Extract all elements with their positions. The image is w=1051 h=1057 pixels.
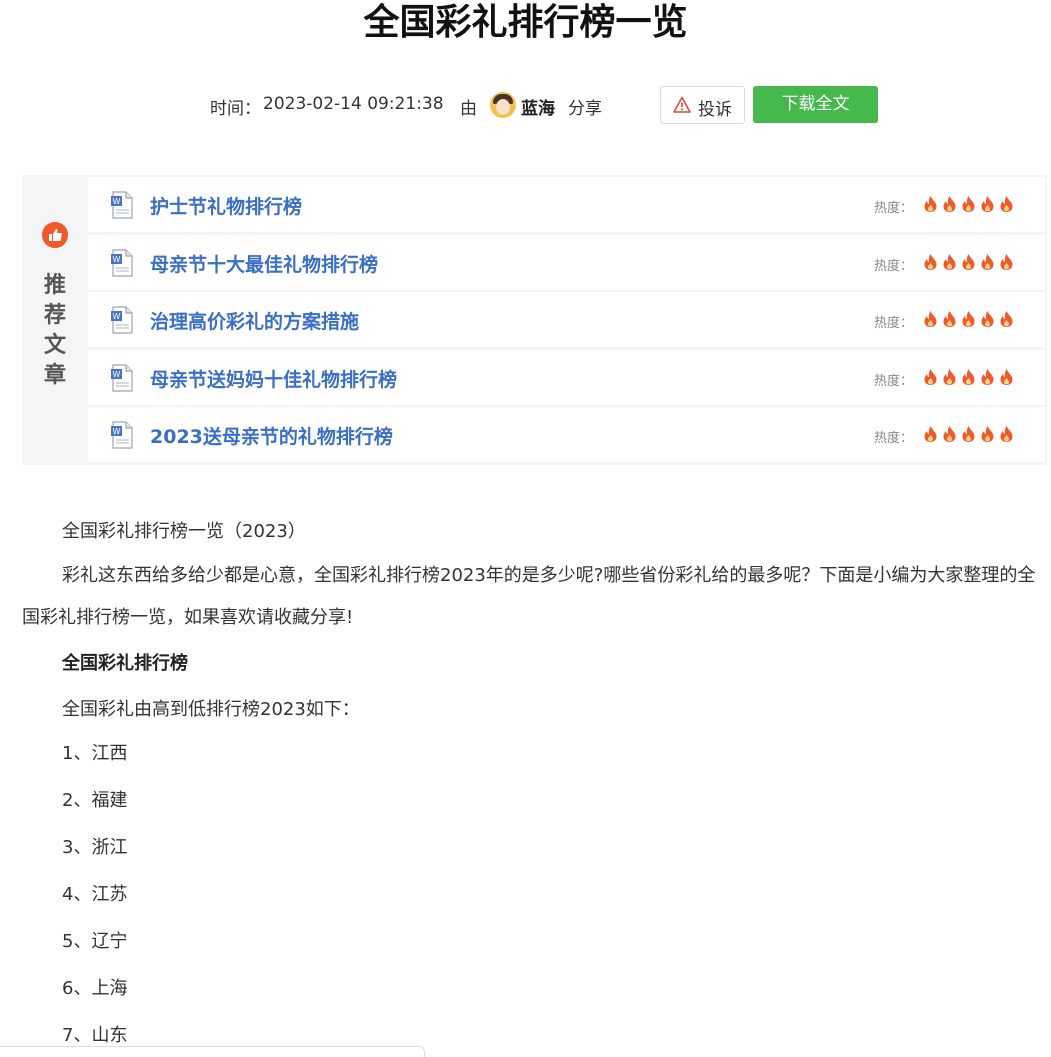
ranking-item: 4、江苏 <box>62 884 128 905</box>
share-label: 分享 <box>568 99 602 119</box>
by-label: 由 <box>460 99 477 119</box>
word-document-icon: W <box>111 191 133 219</box>
heat-label: 热度： <box>874 201 914 216</box>
recommended-articles: 推 荐 文 章 W 护士节礼物排行榜 热度： W 母亲节十大最佳礼物排行榜 热度： W 治理高… <box>22 175 1047 465</box>
recommend-link[interactable]: 母亲节十大最佳礼物排行榜 <box>150 250 378 277</box>
ranking-list: 1、江西 2、福建 3、浙江 4、江苏 5、辽宁 6、上海 7、山东 <box>22 730 1042 1057</box>
heat-label: 热度： <box>874 258 914 274</box>
recommend-list: W 护士节礼物排行榜 热度： W 母亲节十大最佳礼物排行榜 热度： W 治理高价彩礼的方案措施… <box>88 177 1045 465</box>
word-document-icon: W <box>111 421 133 449</box>
download-button[interactable]: 下载全文 <box>753 86 878 123</box>
article-meta: 时间： 2023-02-14 09:21:38 由 蓝海 分享 投诉 下载全文 <box>0 86 1051 124</box>
ranking-item: 6、上海 <box>62 978 128 999</box>
recommend-sidebar: 推 荐 文 章 <box>22 175 88 465</box>
flame-icon <box>981 426 994 442</box>
flame-icon <box>962 196 975 212</box>
recommend-link[interactable]: 护士节礼物排行榜 <box>150 192 302 219</box>
flame-icon <box>943 311 956 327</box>
flame-icon <box>962 426 975 442</box>
flame-icon <box>943 368 956 385</box>
recommend-label: 推 荐 文 章 <box>43 273 66 388</box>
heat-label: 热度： <box>874 316 914 331</box>
article-body: 全国彩礼排行榜一览（2023） 彩礼这东西给多给少都是心意，全国彩礼排行榜202… <box>22 512 1042 1057</box>
word-document-icon: W <box>111 306 133 334</box>
heat-rating <box>922 253 1017 273</box>
report-label: 投诉 <box>698 100 732 120</box>
recommend-item[interactable]: W 母亲节十大最佳礼物排行榜 热度： <box>88 234 1045 290</box>
recommend-item[interactable]: W 护士节礼物排行榜 热度： <box>88 177 1045 232</box>
svg-text:W: W <box>113 312 121 321</box>
flame-icon <box>962 311 975 327</box>
flame-icon <box>924 426 937 442</box>
flame-icon <box>924 196 937 212</box>
article-intro: 彩礼这东西给多给少都是心意，全国彩礼排行榜2023年的是多少呢?哪些省份彩礼给的… <box>22 565 1036 628</box>
recommend-item[interactable]: W 母亲节送妈妈十佳礼物排行榜 热度： <box>88 349 1045 405</box>
recommend-item[interactable]: W 2023送母亲节的礼物排行榜 热度： <box>88 407 1045 462</box>
flame-icon <box>962 368 975 385</box>
bottom-panel-edge <box>0 1046 425 1057</box>
flame-icon <box>924 368 937 385</box>
flame-icon <box>981 196 994 212</box>
heat-label: 热度： <box>874 373 914 389</box>
publish-time: 2023-02-14 09:21:38 <box>263 94 444 114</box>
heat-rating <box>922 310 1017 330</box>
heat-rating <box>922 368 1017 388</box>
recommend-item[interactable]: W 治理高价彩礼的方案措施 热度： <box>88 292 1045 347</box>
flame-icon <box>1000 196 1013 212</box>
report-button[interactable]: 投诉 <box>660 86 745 124</box>
ranking-item: 2、福建 <box>62 790 128 811</box>
time-label: 时间： <box>210 99 261 119</box>
flame-icon <box>943 196 956 212</box>
heat-rating <box>922 195 1017 215</box>
article-subtitle: 全国彩礼排行榜一览（2023） <box>62 521 306 542</box>
ranking-item: 3、浙江 <box>62 837 128 858</box>
article-heading: 全国彩礼排行榜 <box>62 653 188 674</box>
flame-icon <box>981 253 994 270</box>
flame-icon <box>981 368 994 385</box>
article-lead: 全国彩礼由高到低排行榜2023如下： <box>62 699 360 720</box>
thumbs-up-icon <box>42 222 68 248</box>
word-document-icon: W <box>111 248 133 277</box>
heat-rating <box>922 425 1017 445</box>
page-title: 全国彩礼排行榜一览 <box>363 2 688 43</box>
ranking-item: 1、江西 <box>62 743 128 764</box>
flame-icon <box>1000 253 1013 270</box>
flame-icon <box>924 253 937 270</box>
author-name[interactable]: 蓝海 <box>521 94 555 119</box>
svg-text:W: W <box>113 427 121 436</box>
ranking-item: 5、辽宁 <box>62 931 128 952</box>
flame-icon <box>962 253 975 270</box>
flame-icon <box>1000 368 1013 385</box>
svg-text:W: W <box>113 370 121 379</box>
flame-icon <box>981 311 994 327</box>
avatar[interactable] <box>490 92 516 118</box>
flame-icon <box>924 311 937 327</box>
svg-text:W: W <box>113 197 121 206</box>
recommend-link[interactable]: 治理高价彩礼的方案措施 <box>150 307 359 334</box>
flame-icon <box>1000 426 1013 442</box>
flame-icon <box>943 253 956 270</box>
word-document-icon: W <box>111 363 133 392</box>
recommend-link[interactable]: 2023送母亲节的礼物排行榜 <box>150 422 393 449</box>
svg-text:W: W <box>113 255 121 264</box>
flame-icon <box>1000 311 1013 327</box>
heat-label: 热度： <box>874 431 914 446</box>
flame-icon <box>943 426 956 442</box>
warning-icon <box>673 96 691 113</box>
recommend-link[interactable]: 母亲节送妈妈十佳礼物排行榜 <box>150 365 397 392</box>
